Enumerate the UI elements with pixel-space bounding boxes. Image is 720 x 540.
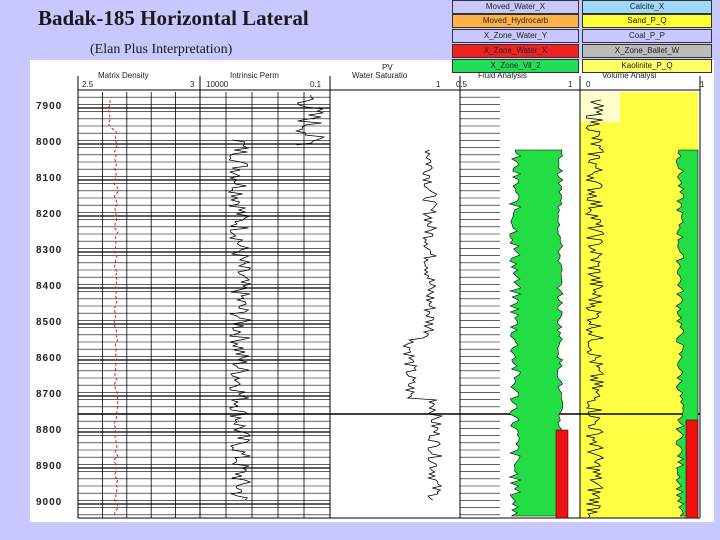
intrinsic-perm-curve: [227, 139, 252, 501]
track4-scale-left: 1: [436, 80, 441, 89]
slide: Badak-185 Horizontal Lateral (Elan Plus …: [0, 0, 720, 540]
track4-scale-right: 0.5: [456, 80, 468, 89]
hydrocarbon-fill: [555, 429, 569, 519]
depth-label: 8100: [36, 173, 63, 184]
depth-label: 8300: [36, 245, 63, 256]
depth-label: 8600: [36, 353, 63, 364]
track1-scale-left: 2.5: [82, 80, 94, 89]
track6-scale-left: 0: [586, 80, 591, 89]
depth-label: 8400: [36, 281, 63, 292]
track6-scale-right: 1: [700, 80, 705, 89]
fluid-analysis-fill: [508, 149, 564, 517]
track2-label: Intrinsic Perm: [230, 71, 279, 80]
depth-label: 8200: [36, 209, 63, 220]
depth-label: 7900: [36, 101, 63, 112]
upper-log-curve: [295, 95, 325, 146]
track5-scale-right: 1: [568, 80, 573, 89]
pv-curve: [402, 149, 444, 501]
well-log-plot: [77, 76, 701, 519]
track4-label: Water Saturatio: [352, 71, 408, 80]
depth-label: 8900: [36, 461, 63, 472]
legend-volume-analysis: Volume Analysi: [602, 71, 657, 80]
legend-fluid-analysis: Fluid Analysis: [478, 71, 527, 80]
matrix-density-curve: [107, 99, 119, 517]
depth-label: 8500: [36, 317, 63, 328]
track1-label: Matrix Density: [98, 71, 149, 80]
track2-scale-right: 0.1: [310, 80, 322, 89]
volume-red-fill: [685, 419, 699, 519]
track1-scale-right: 3: [190, 80, 195, 89]
depth-label: 8000: [36, 137, 63, 148]
depth-label: 9000: [36, 497, 63, 508]
depth-label: 8800: [36, 425, 63, 436]
depth-label: 8700: [36, 389, 63, 400]
track2-scale-left: 10000: [206, 80, 229, 89]
